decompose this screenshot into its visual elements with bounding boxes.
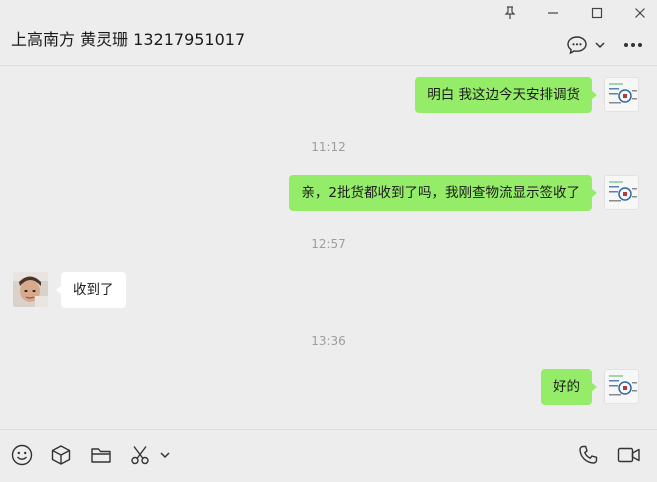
avatar-image — [609, 375, 637, 396]
chat-title: 上高南方 黄灵珊 13217951017 — [11, 30, 246, 49]
video-call-button[interactable] — [617, 443, 641, 467]
timestamp: 13:36 — [311, 334, 346, 348]
scissors-icon — [131, 446, 149, 465]
input-toolbar — [0, 429, 657, 482]
message-list[interactable]: 明白 我这边今天安排调货 11:12 亲，2批货都收到了吗，我刚查物流显示签收了… — [0, 66, 657, 429]
contact-avatar[interactable] — [13, 272, 48, 307]
title-bar: 上高南方 黄灵珊 13217951017 — [0, 0, 657, 66]
maximize-button[interactable] — [582, 2, 612, 24]
screenshot-button[interactable] — [128, 443, 152, 467]
emoji-icon — [11, 444, 33, 466]
avatar-image — [609, 83, 637, 104]
chat-mode-button[interactable] — [565, 34, 589, 56]
pin-button[interactable] — [495, 2, 525, 24]
box-icon — [51, 445, 71, 465]
close-button[interactable] — [625, 2, 655, 24]
message-bubble-received[interactable]: 收到了 — [56, 272, 126, 308]
timestamp: 12:57 — [311, 237, 346, 251]
file-button[interactable] — [89, 443, 113, 467]
close-icon — [635, 8, 645, 18]
my-avatar[interactable] — [604, 175, 639, 210]
folder-icon — [91, 448, 111, 463]
message-bubble-sent[interactable]: 好的 — [541, 369, 597, 405]
voice-call-button[interactable] — [576, 443, 600, 467]
my-avatar[interactable] — [604, 77, 639, 112]
chevron-down-icon — [160, 452, 170, 459]
chat-bubble-icon — [567, 36, 587, 55]
minimize-icon — [548, 12, 558, 14]
message-bubble-sent[interactable]: 明白 我这边今天安排调货 — [415, 77, 597, 113]
favorites-button[interactable] — [49, 443, 73, 467]
timestamp: 11:12 — [311, 140, 346, 154]
avatar-image — [609, 181, 637, 202]
screenshot-options-dropdown[interactable] — [158, 443, 172, 467]
emoji-button[interactable] — [10, 443, 34, 467]
chat-mode-dropdown[interactable] — [593, 34, 607, 56]
avatar-image — [13, 272, 48, 307]
pin-icon — [504, 6, 516, 19]
minimize-button[interactable] — [538, 2, 568, 24]
more-icon — [624, 43, 642, 47]
maximize-icon — [591, 7, 603, 19]
more-options-button[interactable] — [621, 34, 645, 56]
my-avatar[interactable] — [604, 369, 639, 404]
phone-icon — [579, 445, 598, 464]
video-icon — [617, 447, 640, 463]
message-bubble-sent[interactable]: 亲，2批货都收到了吗，我刚查物流显示签收了 — [289, 175, 597, 211]
chevron-down-icon — [595, 42, 605, 49]
